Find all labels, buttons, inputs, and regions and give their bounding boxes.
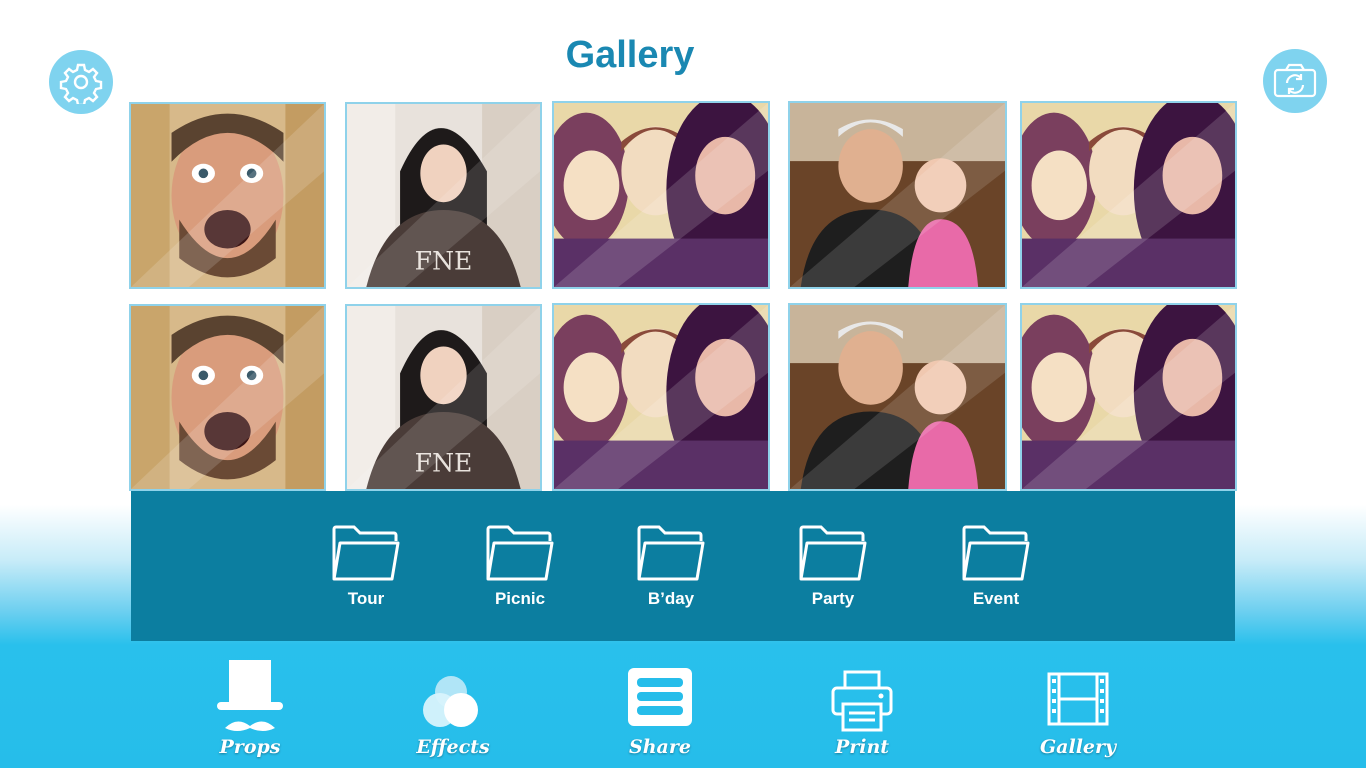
nav-label: Print: [834, 736, 890, 758]
nav-print[interactable]: Print: [787, 658, 937, 766]
photo-three-girls-selfie: [1022, 305, 1235, 489]
gallery-photo[interactable]: [1020, 101, 1237, 289]
folder-icon: [486, 525, 554, 581]
nav-props[interactable]: Props: [175, 658, 325, 766]
settings-button[interactable]: [49, 50, 113, 114]
camera-switch-button[interactable]: [1263, 49, 1327, 113]
folder-label: Event: [972, 589, 1020, 608]
folder-picnic[interactable]: Picnic: [465, 523, 575, 613]
circles-icon: [423, 676, 478, 727]
photo-three-girls-selfie: [1022, 103, 1235, 287]
folder-icon: [637, 525, 705, 581]
photo-woman-dark-hair: FNE: [347, 104, 540, 287]
folder-party[interactable]: Party: [778, 523, 888, 613]
nav-gallery[interactable]: Gallery: [1003, 658, 1153, 766]
photo-man-with-baby: [790, 103, 1005, 287]
page-title: Gallery: [565, 34, 695, 76]
printer-icon: [831, 670, 893, 732]
folder-icon: [799, 525, 867, 581]
folder-label: Tour: [347, 589, 385, 608]
gallery-photo[interactable]: [788, 101, 1007, 289]
menu-lines-icon: [628, 668, 692, 726]
photo-man-surprised: [131, 306, 324, 489]
folder-bday[interactable]: B’day: [616, 523, 726, 613]
film-strip-icon: [1047, 672, 1109, 726]
folder-icon: [332, 525, 400, 581]
photo-three-girls-selfie: [554, 103, 768, 287]
folder-label: Party: [811, 589, 855, 608]
nav-label: Gallery: [1039, 736, 1117, 758]
folders-panel: Tour Picnic B’day Party Event: [131, 491, 1235, 641]
photo-woman-dark-hair: FNE: [347, 306, 540, 489]
folder-icon: [962, 525, 1030, 581]
nav-label: Props: [219, 736, 281, 758]
gallery-photo[interactable]: FNE: [345, 304, 542, 491]
top-hat-mustache-icon: [217, 660, 283, 731]
gallery-photo[interactable]: [552, 101, 770, 289]
folder-tour[interactable]: Tour: [311, 523, 421, 613]
photo-three-girls-selfie: [554, 305, 768, 489]
photo-man-surprised: [131, 104, 324, 287]
folder-label: B’day: [647, 589, 695, 608]
camera-switch-icon: [1273, 63, 1317, 98]
folder-label: Picnic: [494, 589, 546, 608]
gallery-photo[interactable]: [788, 303, 1007, 491]
gear-icon: [59, 63, 103, 104]
photo-man-with-baby: [790, 305, 1005, 489]
nav-label: Share: [629, 736, 691, 758]
nav-share[interactable]: Share: [585, 658, 735, 766]
gallery-photo[interactable]: FNE: [345, 102, 542, 289]
nav-label: Effects: [416, 736, 490, 758]
folder-event[interactable]: Event: [941, 523, 1051, 613]
gallery-photo[interactable]: [129, 102, 326, 289]
gallery-photo[interactable]: [129, 304, 326, 491]
gallery-photo[interactable]: [552, 303, 770, 491]
gallery-photo[interactable]: [1020, 303, 1237, 491]
nav-effects[interactable]: Effects: [378, 658, 528, 766]
